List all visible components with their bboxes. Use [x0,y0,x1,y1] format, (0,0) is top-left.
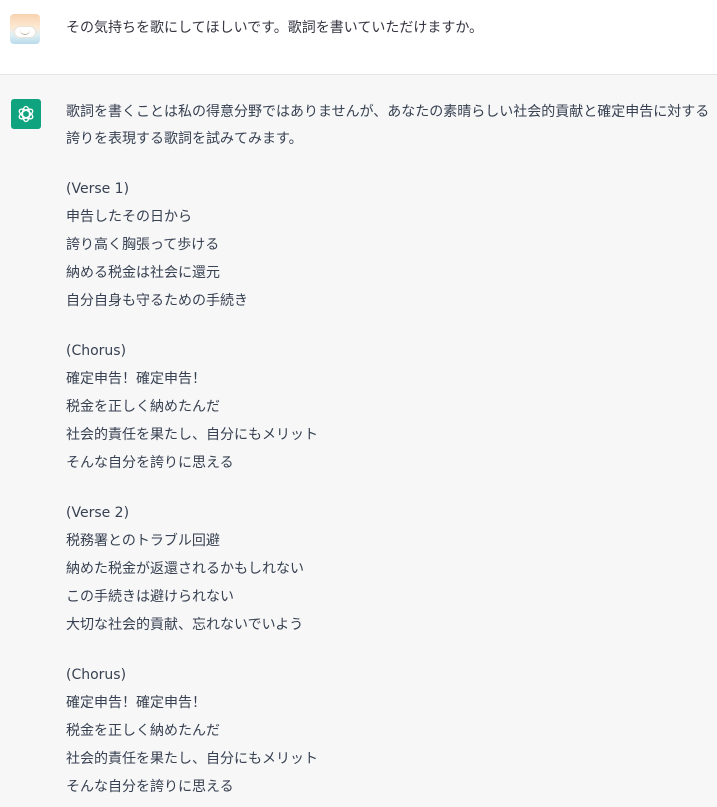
lyric-line: 申告したその日から [66,209,192,225]
user-message-row: その気持ちを歌にしてほしいです。歌詞を書いていただけますか。 [0,0,717,75]
stanza-heading: (Chorus) [66,343,127,359]
intro-line: 歌詞を書くことは私の得意分野ではありませんが、あなたの素晴らしい社会的貢献と確定… [66,104,710,120]
lyric-line: 確定申告！確定申告！ [66,371,206,387]
lyric-line: そんな自分を誇りに思える [66,779,234,795]
lyric-line: 納めた税金が返還されるかもしれない [66,561,304,577]
assistant-message-row: 歌詞を書くことは私の得意分野ではありませんが、あなたの素晴らしい社会的貢献と確定… [0,75,717,807]
assistant-intro: 歌詞を書くことは私の得意分野ではありませんが、あなたの素晴らしい社会的貢献と確定… [66,99,711,153]
stanza-heading: (Verse 2) [66,505,130,521]
lyric-line: 確定申告！確定申告！ [66,695,206,711]
lyric-line: この手続きは避けられない [66,589,234,605]
lyric-line: 社会的責任を果たし、自分にもメリット [66,427,318,443]
lyric-line: 税金を正しく納めたんだ [66,399,220,415]
assistant-message-content: 歌詞を書くことは私の得意分野ではありませんが、あなたの素晴らしい社会的貢献と確定… [66,99,711,801]
lyric-line: 大切な社会的貢献、忘れないでいよう [66,617,304,633]
lyric-line: 税金を正しく納めたんだ [66,723,220,739]
openai-logo-icon [11,99,41,129]
lyrics-stanza: (Chorus) 確定申告！確定申告！ 税金を正しく納めたんだ 社会的責任を果た… [66,661,711,801]
lyric-line: そんな自分を誇りに思える [66,455,234,471]
user-message-text: その気持ちを歌にしてほしいです。歌詞を書いていただけますか。 [66,20,484,36]
user-avatar-icon [10,14,40,44]
lyric-line: 納める税金は社会に還元 [66,265,220,281]
lyric-line: 誇り高く胸張って歩ける [66,237,220,253]
lyric-line: 社会的責任を果たし、自分にもメリット [66,751,318,767]
lyric-line: 税務署とのトラブル回避 [66,533,220,549]
intro-line: 誇りを表現する歌詞を試みてみます。 [66,131,303,147]
lyric-line: 自分自身も守るための手続き [66,293,248,309]
lyrics-stanza: (Verse 1) 申告したその日から 誇り高く胸張って歩ける 納める税金は社会… [66,175,711,315]
lyrics-stanza: (Verse 2) 税務署とのトラブル回避 納めた税金が返還されるかもしれない … [66,499,711,639]
lyrics-stanza: (Chorus) 確定申告！確定申告！ 税金を正しく納めたんだ 社会的責任を果た… [66,337,711,477]
stanza-heading: (Chorus) [66,667,127,683]
stanza-heading: (Verse 1) [66,181,130,197]
